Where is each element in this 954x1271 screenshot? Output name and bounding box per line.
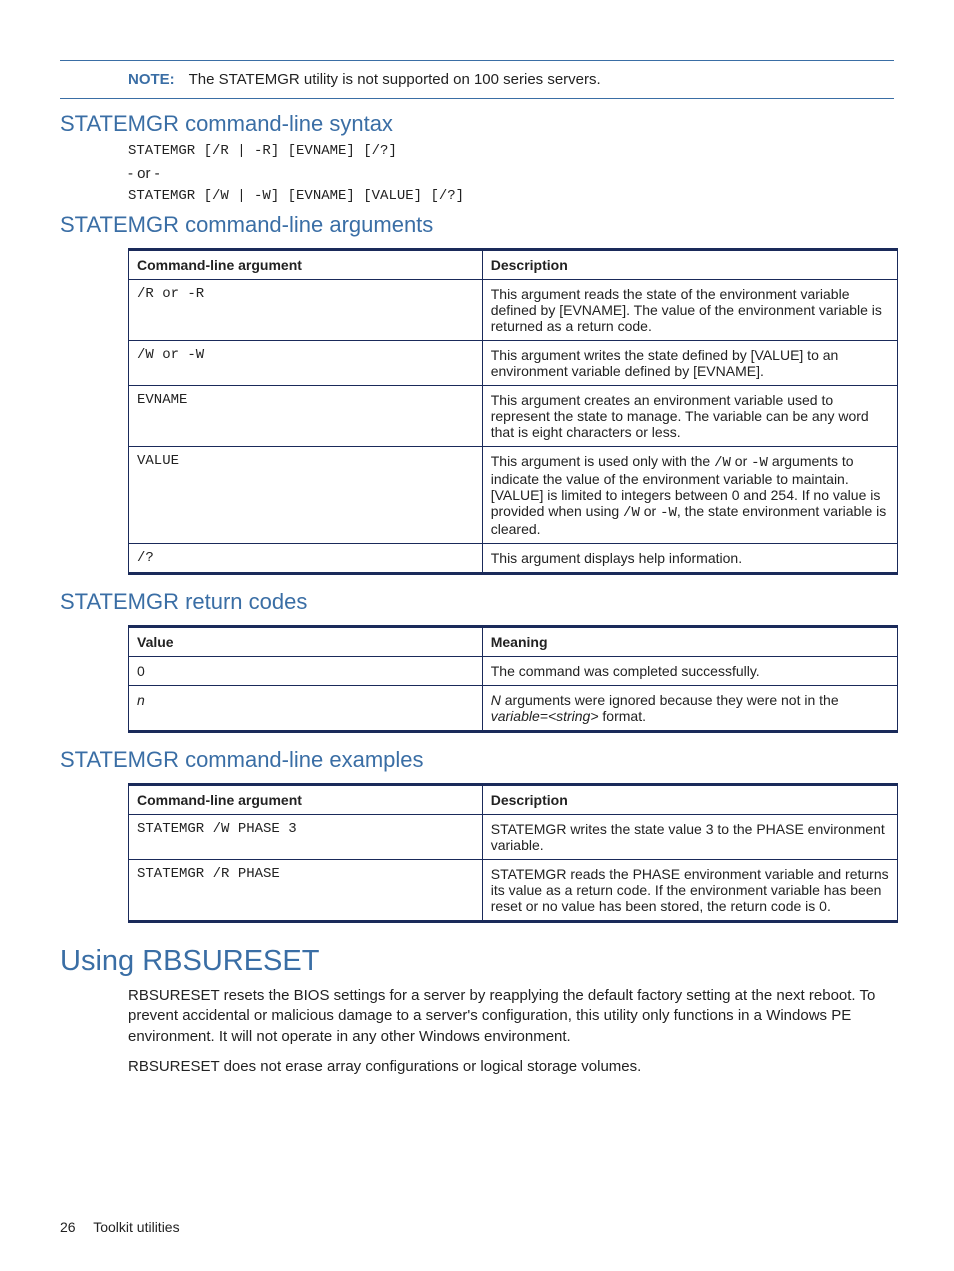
- args-cell-arg: VALUE: [129, 447, 483, 544]
- heading-rbsureset: Using RBSURESET: [60, 945, 894, 978]
- returns-th-meaning: Meaning: [482, 627, 897, 657]
- args-cell-desc: This argument reads the state of the env…: [482, 280, 897, 341]
- returns-cell-meaning: The command was completed successfully.: [482, 657, 897, 686]
- args-cell-desc: This argument displays help information.: [482, 544, 897, 574]
- heading-syntax: STATEMGR command-line syntax: [60, 111, 894, 137]
- text-fragment: This argument is used only with the: [491, 453, 714, 469]
- examples-cell-cmd: STATEMGR /R PHASE: [129, 860, 483, 922]
- table-row: n N arguments were ignored because they …: [129, 686, 898, 732]
- returns-table: Value Meaning 0 The command was complete…: [128, 625, 898, 733]
- examples-th-argument: Command-line argument: [129, 785, 483, 815]
- page-number: 26: [60, 1219, 76, 1235]
- returns-cell-meaning: N arguments were ignored because they we…: [482, 686, 897, 732]
- table-row: VALUE This argument is used only with th…: [129, 447, 898, 544]
- args-cell-arg: /W or -W: [129, 341, 483, 386]
- text-fragment: N: [491, 692, 501, 708]
- rbsureset-paragraph-2: RBSURESET does not erase array configura…: [128, 1057, 894, 1077]
- code-fragment: variable=<string>: [491, 708, 599, 724]
- table-row: STATEMGR /R PHASE STATEMGR reads the PHA…: [129, 860, 898, 922]
- args-cell-arg: EVNAME: [129, 386, 483, 447]
- text-fragment: arguments were ignored because they were…: [501, 692, 839, 708]
- code-fragment: /W: [623, 505, 640, 521]
- args-th-description: Description: [482, 250, 897, 280]
- returns-cell-value: n: [129, 686, 483, 732]
- args-cell-arg: /R or -R: [129, 280, 483, 341]
- code-fragment: -W: [751, 455, 768, 471]
- syntax-line-2: STATEMGR [/W | -W] [EVNAME] [VALUE] [/?]: [128, 188, 894, 204]
- syntax-line-1: STATEMGR [/R | -R] [EVNAME] [/?]: [128, 143, 894, 159]
- table-row: 0 The command was completed successfully…: [129, 657, 898, 686]
- note-text: The STATEMGR utility is not supported on…: [189, 71, 601, 88]
- table-header-row: Value Meaning: [129, 627, 898, 657]
- page-footer: 26 Toolkit utilities: [60, 1219, 180, 1235]
- code-fragment: /W: [714, 455, 731, 471]
- examples-table: Command-line argument Description STATEM…: [128, 783, 898, 923]
- table-row: /? This argument displays help informati…: [129, 544, 898, 574]
- examples-cell-cmd: STATEMGR /W PHASE 3: [129, 815, 483, 860]
- syntax-block: STATEMGR [/R | -R] [EVNAME] [/?] - or - …: [128, 143, 894, 204]
- args-cell-arg: /?: [129, 544, 483, 574]
- note-block: NOTE: The STATEMGR utility is not suppor…: [60, 60, 894, 99]
- returns-cell-value: 0: [129, 657, 483, 686]
- note-label: NOTE:: [128, 71, 175, 88]
- table-header-row: Command-line argument Description: [129, 785, 898, 815]
- table-row: STATEMGR /W PHASE 3 STATEMGR writes the …: [129, 815, 898, 860]
- examples-cell-desc: STATEMGR writes the state value 3 to the…: [482, 815, 897, 860]
- code-fragment: -W: [660, 505, 677, 521]
- args-cell-desc: This argument creates an environment var…: [482, 386, 897, 447]
- args-table: Command-line argument Description /R or …: [128, 248, 898, 575]
- syntax-or: - or -: [128, 165, 894, 182]
- examples-th-description: Description: [482, 785, 897, 815]
- text-fragment: or: [731, 453, 751, 469]
- rbsureset-paragraph-1: RBSURESET resets the BIOS settings for a…: [128, 986, 894, 1047]
- args-cell-desc: This argument is used only with the /W o…: [482, 447, 897, 544]
- table-row: /R or -R This argument reads the state o…: [129, 280, 898, 341]
- heading-returns: STATEMGR return codes: [60, 589, 894, 615]
- footer-title: Toolkit utilities: [93, 1219, 179, 1235]
- table-header-row: Command-line argument Description: [129, 250, 898, 280]
- heading-args: STATEMGR command-line arguments: [60, 212, 894, 238]
- examples-cell-desc: STATEMGR reads the PHASE environment var…: [482, 860, 897, 922]
- table-row: /W or -W This argument writes the state …: [129, 341, 898, 386]
- text-fragment: format.: [599, 708, 646, 724]
- returns-th-value: Value: [129, 627, 483, 657]
- table-row: EVNAME This argument creates an environm…: [129, 386, 898, 447]
- text-fragment: or: [640, 503, 660, 519]
- heading-examples: STATEMGR command-line examples: [60, 747, 894, 773]
- args-cell-desc: This argument writes the state defined b…: [482, 341, 897, 386]
- args-th-argument: Command-line argument: [129, 250, 483, 280]
